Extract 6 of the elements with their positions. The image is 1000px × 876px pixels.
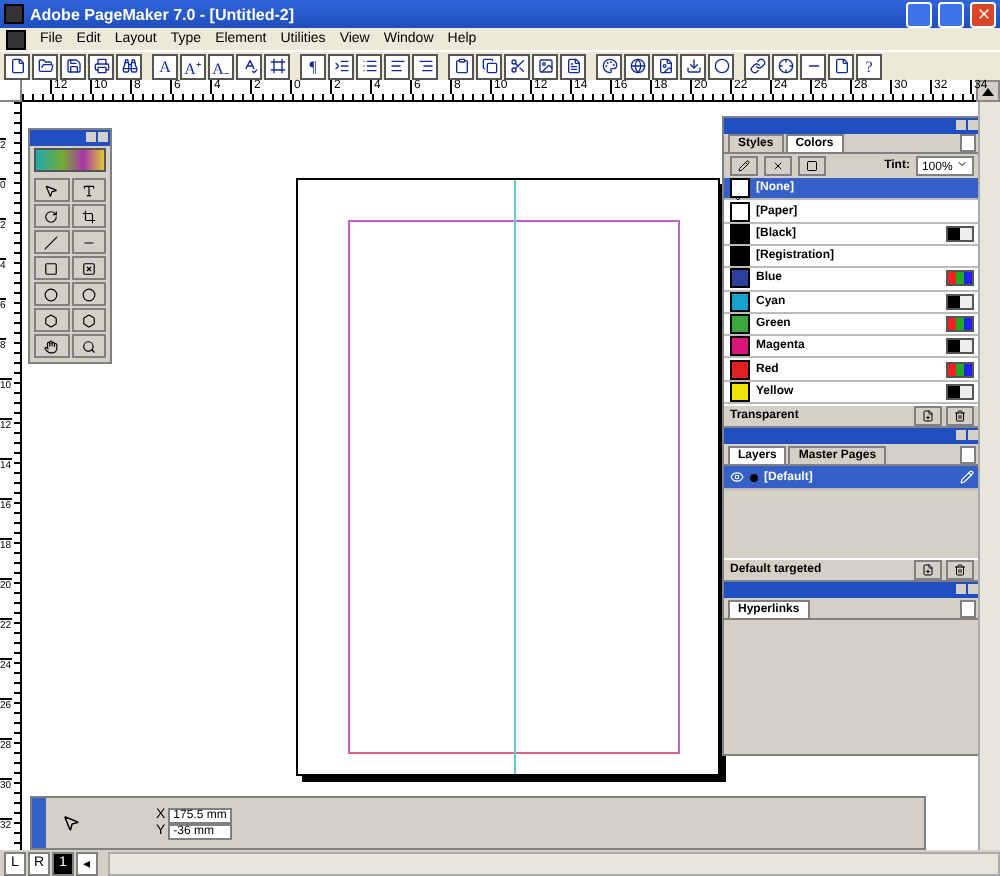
toolbar-button[interactable]: A⁺ — [180, 53, 206, 79]
toolbar-button[interactable]: ? — [856, 53, 882, 79]
toolbar-button[interactable]: A — [152, 53, 178, 79]
toolbar-button[interactable]: ¶ — [300, 53, 326, 79]
window-title: Adobe PageMaker 7.0 - [Untitled-2] — [30, 5, 297, 23]
toolbar-button[interactable]: A₋ — [208, 53, 234, 79]
